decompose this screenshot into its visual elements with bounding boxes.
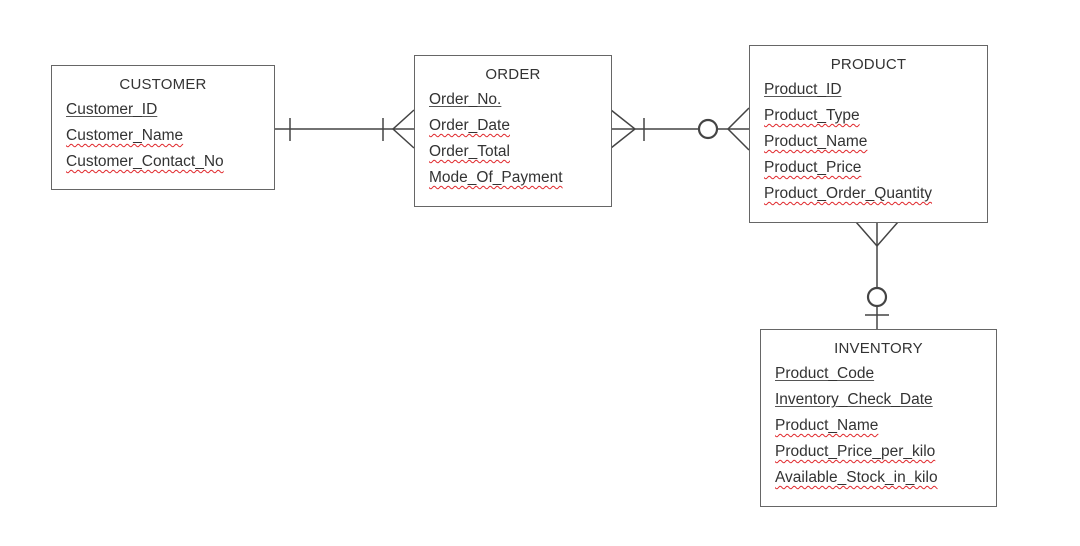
attribute-name: Product_Name <box>775 417 879 434</box>
entity-order: ORDER Order_No. Order_Date Order_Total Mode… <box>414 55 612 207</box>
relationship-customer-order <box>274 109 415 149</box>
attribute-name: Mode_Of_Payment <box>429 169 563 186</box>
entity-title: PRODUCT <box>830 56 907 73</box>
attribute-row: Product_Price <box>750 155 987 181</box>
entity-title: ORDER <box>485 66 541 83</box>
zero-circle-mark <box>697 118 719 140</box>
attribute-row: Order_Date <box>415 113 611 139</box>
relationship-order-product <box>610 107 750 151</box>
attribute-row: Product_Code <box>761 361 996 387</box>
attribute-row: Mode_Of_Payment <box>415 165 611 191</box>
relationship-product-inventory <box>855 221 899 329</box>
attribute-row: Product_Type <box>750 103 987 129</box>
attribute-name: Customer_Contact_No <box>66 153 224 170</box>
attribute-row: Product_Order_Quantity <box>750 181 987 207</box>
attribute-name: Product_Type <box>764 107 860 124</box>
attribute-name: Available_Stock_in_kilo <box>775 469 938 486</box>
attribute-name: Order_Total <box>429 143 510 160</box>
attribute-name: Inventory_Check_Date <box>775 391 933 408</box>
entity-customer: CUSTOMER Customer_ID Customer_Name Custome… <box>51 65 275 190</box>
attribute-row: Inventory_Check_Date <box>761 387 996 413</box>
attribute-row: Customer_Contact_No <box>52 149 274 175</box>
attribute-name: Product_ID <box>764 81 842 98</box>
attribute-name: Product_Code <box>775 365 875 382</box>
attribute-row: Product_Name <box>761 413 996 439</box>
attribute-name: Order_Date <box>429 117 510 134</box>
attribute-name: Product_Order_Quantity <box>764 185 933 202</box>
attribute-row: Order_Total <box>415 139 611 165</box>
attribute-name: Product_Name <box>764 133 868 150</box>
attribute-row: Available_Stock_in_kilo <box>761 465 996 491</box>
entity-inventory: INVENTORY Product_Code Inventory_Check_Da… <box>760 329 997 507</box>
entity-title: INVENTORY <box>834 340 923 357</box>
attribute-row: Product_ID <box>750 77 987 103</box>
attribute-row: Customer_ID <box>52 97 274 123</box>
attribute-name: Product_Price <box>764 159 862 176</box>
entity-title: CUSTOMER <box>119 76 207 93</box>
attribute-row: Customer_Name <box>52 123 274 149</box>
attribute-row: Product_Name <box>750 129 987 155</box>
attribute-name: Order_No. <box>429 91 502 108</box>
attribute-row: Order_No. <box>415 87 611 113</box>
attribute-name: Customer_Name <box>66 127 184 144</box>
attribute-name: Customer_ID <box>66 101 158 118</box>
attribute-row: Product_Price_per_kilo <box>761 439 996 465</box>
entity-product: PRODUCT Product_ID Product_Type Product_Na… <box>749 45 988 223</box>
zero-circle-mark <box>866 286 888 308</box>
attribute-name: Product_Price_per_kilo <box>775 443 936 460</box>
er-diagram: CUSTOMER Customer_ID Customer_Name Custome… <box>0 0 1080 546</box>
